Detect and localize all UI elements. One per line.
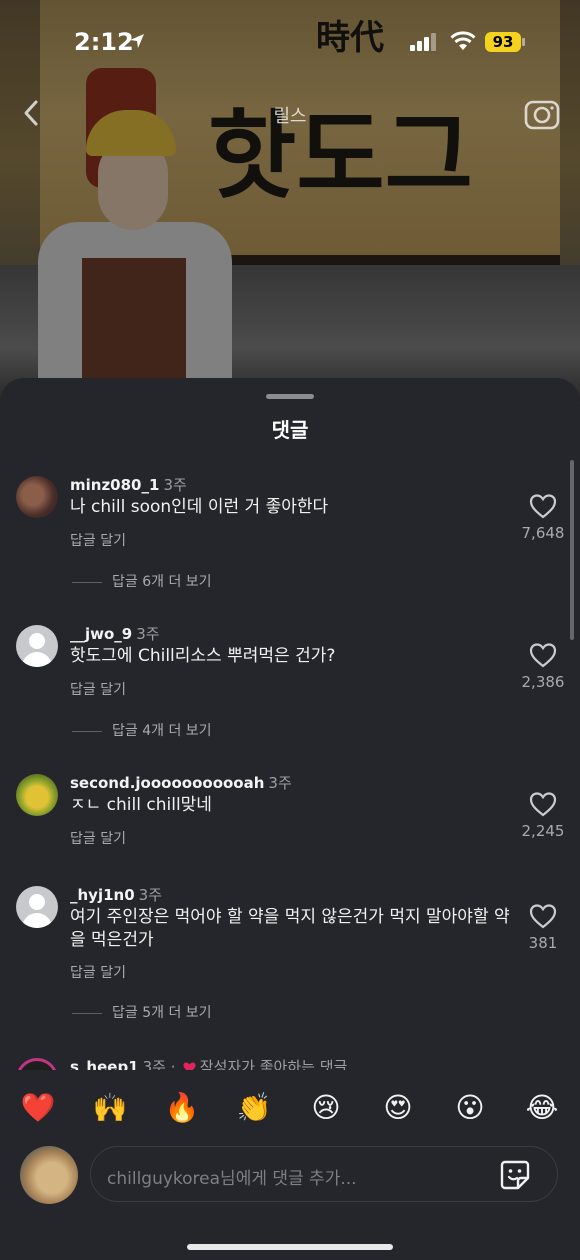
heart-filled-icon (183, 1062, 196, 1070)
emoji-heart-eyes[interactable]: 😍 (378, 1088, 418, 1128)
avatar[interactable] (16, 476, 58, 518)
view-replies-label: 답글 4개 더 보기 (112, 723, 212, 739)
like-count: 381 (528, 934, 558, 952)
like-count: 2,245 (521, 822, 565, 840)
view-replies-label: 답글 6개 더 보기 (112, 574, 212, 590)
avatar[interactable] (16, 1058, 58, 1070)
replies-divider-line (72, 1012, 102, 1014)
camera-icon[interactable] (524, 96, 560, 130)
reply-button[interactable]: 답글 달기 (70, 530, 126, 550)
home-indicator[interactable] (187, 1244, 393, 1250)
comment-username-row: minz080_1 3주 (70, 474, 187, 495)
page-title: 릴스 (273, 106, 307, 127)
comment-text: 나 chill soon인데 이런 거 좋아한다 (70, 497, 329, 517)
emoji-laughing[interactable]: 😂 (522, 1088, 562, 1128)
comment-text: 여기 주인장은 먹어야 할 약을 먹지 않은건가 먹지 말아야할 약을 먹은건가 (70, 907, 510, 950)
view-replies-button[interactable]: 답글 6개 더 보기 (72, 571, 212, 591)
battery-tip (522, 38, 525, 46)
battery-indicator: 93 (485, 32, 525, 52)
status-bar: 2:12 93 (0, 0, 580, 86)
comment-input-placeholder: chillguykorea님에게 댓글 추가... (107, 1169, 357, 1189)
emoji-reaction-bar: ❤️ 🙌 🔥 👏 😢 😍 😮 😂 (0, 1082, 580, 1132)
comment-time: 3주 · (142, 1058, 176, 1070)
heart-outline-icon[interactable] (528, 641, 558, 669)
like-count: 2,386 (521, 673, 565, 691)
cellular-signal-icon (410, 33, 436, 51)
comment-username[interactable]: s_heep1 (70, 1058, 139, 1070)
heart-outline-icon[interactable] (528, 902, 558, 930)
comments-sheet: 댓글 minz080_1 3주 나 chill soon인데 이런 거 좋아한다 … (0, 378, 580, 1260)
heart-outline-icon[interactable] (528, 790, 558, 818)
replies-divider-line (72, 730, 102, 732)
view-replies-button[interactable]: 답글 5개 더 보기 (72, 1002, 212, 1022)
comment-time: 3주 (268, 774, 292, 792)
view-replies-button[interactable]: 답글 4개 더 보기 (72, 720, 212, 740)
emoji-heart[interactable]: ❤️ (18, 1088, 58, 1128)
sheet-title: 댓글 (271, 418, 309, 442)
like-count: 7,648 (521, 524, 565, 542)
replies-divider-line (72, 581, 102, 583)
heart-outline-icon[interactable] (528, 492, 558, 520)
comment-list: minz080_1 3주 나 chill soon인데 이런 거 좋아한다 답글 … (0, 466, 580, 1070)
comment-input-row: chillguykorea님에게 댓글 추가... (0, 1144, 580, 1206)
comment-text: ㅈㄴ chill chill맞네 (70, 795, 212, 815)
avatar[interactable] (16, 625, 58, 667)
sheet-drag-handle[interactable] (266, 394, 314, 399)
comment-time: 3주 (136, 625, 160, 643)
emoji-crying[interactable]: 😢 (306, 1088, 346, 1128)
avatar[interactable] (16, 774, 58, 816)
battery-level: 93 (492, 33, 514, 51)
sticker-icon[interactable] (499, 1159, 531, 1191)
comment-username[interactable]: minz080_1 (70, 476, 159, 494)
reply-button[interactable]: 답글 달기 (70, 679, 126, 699)
comment-username[interactable]: _hyj1n0 (70, 886, 135, 904)
comment-username-row: second.jooooooooooah 3주 (70, 772, 292, 793)
wifi-icon (450, 31, 476, 50)
comment-input[interactable]: chillguykorea님에게 댓글 추가... (90, 1146, 558, 1202)
comment-username-row: __jwo_9 3주 (70, 623, 160, 644)
view-replies-label: 답글 5개 더 보기 (112, 1005, 212, 1021)
comment-username-row: s_heep1 3주 · 작성자가 좋아하는 댓글 (70, 1056, 347, 1070)
emoji-surprised[interactable]: 😮 (450, 1088, 490, 1128)
creator-liked-label: 작성자가 좋아하는 댓글 (199, 1058, 348, 1070)
emoji-clap[interactable]: 👏 (234, 1088, 274, 1128)
comment-username-row: _hyj1n0 3주 (70, 884, 162, 905)
chevron-left-icon[interactable] (18, 98, 46, 128)
reply-button[interactable]: 답글 달기 (70, 962, 126, 982)
location-arrow-icon (130, 34, 144, 48)
comment-time: 3주 (138, 886, 162, 904)
my-avatar (20, 1146, 78, 1204)
comment-time: 3주 (163, 476, 187, 494)
emoji-raised-hands[interactable]: 🙌 (90, 1088, 130, 1128)
comment-username[interactable]: second.jooooooooooah (70, 774, 264, 792)
comment-username[interactable]: __jwo_9 (70, 625, 132, 643)
avatar[interactable] (16, 886, 58, 928)
status-time: 2:12 (74, 28, 134, 56)
emoji-fire[interactable]: 🔥 (162, 1088, 202, 1128)
reply-button[interactable]: 답글 달기 (70, 828, 126, 848)
comment-text: 핫도그에 Chill리소스 뿌려먹은 건가? (70, 646, 336, 666)
